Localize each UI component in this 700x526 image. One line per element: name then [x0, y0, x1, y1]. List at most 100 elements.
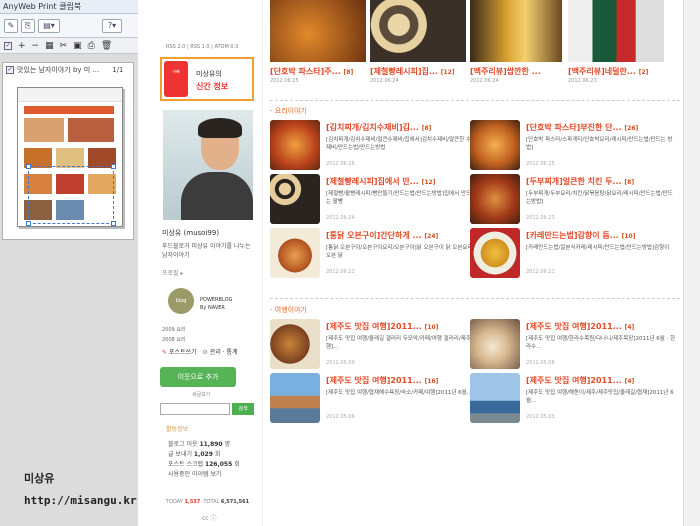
post-thumbnail[interactable] [470, 120, 520, 170]
top-post-title-text: [맥주리뷰]네덜란... [568, 67, 636, 76]
cook-post-card[interactable]: [제철빵레시피]집에서 만... [12] [제철빵/팥빵레시피/빵만들기/만드… [270, 174, 475, 226]
post-date: 2012.06.25 [526, 161, 555, 167]
post-thumbnail[interactable] [270, 319, 320, 369]
travel-post-card[interactable]: [제주도 맛집 여행]2011... [16] [제주도 맛집 여행/협재해수욕… [270, 373, 475, 425]
top-post-date: 2012.06.23 [568, 78, 597, 84]
post-summary: [단호박 파스타/스파게티/단호박요리/레시피/만드는법/만드는 방법] [526, 137, 673, 151]
post-title-text: [통닭 오븐구이]간단하게 ... [326, 231, 422, 240]
top-post-photo[interactable] [370, 0, 466, 62]
post-title-text: [카레만드는법]감향이 듬... [526, 231, 619, 240]
clip-item-pages: 1/1 [112, 66, 124, 74]
post-title[interactable]: [두부찌개]얼큰한 치킨 두... [8] [526, 176, 674, 187]
post-thumbnail[interactable] [270, 120, 320, 170]
select-all-checkbox[interactable]: ✓ [4, 41, 12, 50]
top-post-title-text: [단호박 파스타]주... [270, 67, 341, 76]
activity-row: 글 보내기 1,029 회 [168, 450, 240, 460]
cc-license-icon: cc ⓘ [202, 515, 217, 522]
travel-post-card[interactable]: [제주도 맛집 여행]2011... [10] [제주도 맛집 여행/올래길 갤… [270, 319, 476, 371]
post-title[interactable]: [김치찌개/김치수제비]김... [8] [326, 122, 474, 133]
post-date: 2012.06.22 [326, 269, 355, 275]
post-title[interactable]: [제주도 맛집 여행]2011... [4] [526, 375, 674, 386]
resize-handle[interactable] [26, 164, 31, 169]
post-thumbnail[interactable] [270, 174, 320, 224]
profile-link[interactable]: 프로필 ▸ [162, 268, 183, 277]
post-title[interactable]: [제주도 맛집 여행]2011... [16] [326, 375, 474, 386]
activity-row: 블로그 이웃 11,890 명 [168, 440, 240, 450]
resize-handle[interactable] [111, 164, 116, 169]
admin-link[interactable]: 관리 · 통계 [210, 349, 238, 356]
neighbor-link[interactable]: 세글보기 [192, 391, 210, 398]
add-icon[interactable]: + [18, 41, 26, 51]
activity-unit[interactable]: 보기 [210, 471, 221, 478]
activity-label: 블로그 이웃 [168, 441, 198, 448]
pencil-icon: ✎ [162, 349, 168, 356]
post-title[interactable]: [제주도 맛집 여행]2011... [4] [526, 321, 674, 332]
print-icon[interactable]: ⎙ [88, 41, 95, 51]
post-thumbnail[interactable] [470, 373, 520, 423]
grid-icon[interactable]: ▦ [45, 41, 54, 51]
blog-search: 검색 [160, 403, 254, 415]
rss-links[interactable]: RSS 2.0 | RSS 1.0 | ATOM 0.3 [166, 44, 266, 50]
top-post-title[interactable]: [맥주리뷰]네덜란... [2] [568, 66, 648, 77]
blog-sidebar: RSS 2.0 | RSS 1.0 | ATOM 0.3 아빠 미상유의 신간 … [152, 0, 262, 526]
cut-icon[interactable]: ✂ [60, 41, 68, 51]
section-travel-title[interactable]: - 여행이야기 [270, 305, 307, 315]
view-dropdown-icon[interactable]: ▤▾ [38, 18, 60, 33]
post-title[interactable]: [통닭 오븐구이]간단하게 ... [24] [326, 230, 474, 241]
post-title[interactable]: [카레만드는법]감향이 듬... [10] [526, 230, 674, 241]
remove-icon[interactable]: − [32, 41, 40, 51]
delete-icon[interactable]: 🗑 [101, 41, 112, 51]
search-button[interactable]: 검색 [232, 403, 254, 415]
new-clip-icon[interactable]: ✎ [4, 18, 18, 33]
post-comment-count: [10] [424, 324, 439, 331]
post-title[interactable]: [제주도 맛집 여행]2011... [10] [326, 321, 474, 332]
copy-icon[interactable]: ⎘ [21, 18, 35, 33]
follow-button[interactable]: 이웃으로 추가 [160, 367, 236, 387]
post-title[interactable]: [단호박 파스타]부진한 단... [26] [526, 122, 674, 133]
travel-post-card[interactable]: [제주도 맛집 여행]2011... [4] [제주도 맛집 여행/한라수목원/… [470, 319, 675, 371]
cook-post-card[interactable]: [단호박 파스타]부진한 단... [26] [단호박 파스타/스파게티/단호박… [470, 120, 675, 172]
top-post-photo[interactable] [470, 0, 562, 62]
post-summary: [제철빵/팥빵레시피/빵만들기/만드는법/만드는방법]집에서 만드는 팥빵 [326, 191, 472, 205]
book-banner[interactable]: 아빠 미상유의 신간 정보 [160, 57, 254, 101]
post-thumbnail[interactable] [270, 373, 320, 423]
top-post-title[interactable]: [맥주리뷰]쌉깐한 ... [470, 66, 541, 77]
page-scrollbar[interactable] [683, 0, 700, 526]
clip-checkbox[interactable]: ✓ [6, 66, 14, 74]
post-summary: [김치찌개/김치수제비/얼큰수제비/집에서]김치수제비/얼큰한 수제비/만드는법… [326, 137, 472, 151]
clip-item[interactable]: ✓ 맛있는 남자이야기 by 미 ... 1/1 [3, 63, 133, 77]
top-post-title[interactable]: [단호박 파스타]주... [8] [270, 66, 353, 77]
resize-handle[interactable] [26, 221, 31, 226]
post-comment-count: [4] [624, 324, 635, 331]
travel-post-card[interactable]: [제주도 맛집 여행]2011... [4] [제주도 맛집 여행/해돋이/제주… [470, 373, 675, 425]
cook-post-card[interactable]: [통닭 오븐구이]간단하게 ... [24] [통닭 오븐구이/오븐구이요리/오… [270, 228, 475, 280]
top-post-photo[interactable] [270, 0, 366, 62]
selection-box[interactable] [28, 166, 114, 224]
clip-thumbnail[interactable] [17, 87, 123, 227]
post-thumbnail[interactable] [470, 174, 520, 224]
post-thumbnail[interactable] [270, 228, 320, 278]
resize-handle[interactable] [111, 221, 116, 226]
write-post-link[interactable]: 포스트쓰기 [169, 349, 197, 356]
cook-post-card[interactable]: [두부찌개]얼큰한 치킨 두... [8] [두부찌개/두부요리/치킨/닭볶음탕… [470, 174, 675, 226]
cook-post-card[interactable]: [김치찌개/김치수제비]김... [8] [김치찌개/김치수제비/얼큰수제비/집… [270, 120, 475, 172]
powerblog-text: POWERBLOG By NAVER [200, 296, 232, 312]
post-title[interactable]: [제철빵레시피]집에서 만... [12] [326, 176, 474, 187]
help-icon[interactable]: ?▾ [102, 18, 122, 33]
activity-value: 1,029 [193, 451, 213, 458]
top-post-photo[interactable] [568, 0, 664, 62]
cook-post-card[interactable]: [카레만드는법]감향이 듬... [10] [카레만드는법/일본식카레/레시피/… [470, 228, 675, 280]
search-input[interactable] [160, 403, 230, 415]
activity-row: 포스트 스크랩 126,055 회 [168, 460, 240, 470]
post-thumbnail[interactable] [470, 228, 520, 278]
clipbook-toolbar: ✎ ⎘ ▤▾ ?▾ [0, 14, 138, 38]
activity-value: 126,055 [204, 461, 233, 468]
post-thumbnail[interactable] [470, 319, 520, 369]
post-date: 2012.05.09 [326, 360, 355, 366]
top-post-count: [2] [638, 69, 649, 76]
top-post-title[interactable]: [제철빵레시피]집... [12] [370, 66, 455, 77]
post-date: 2012.06.23 [526, 215, 555, 221]
paste-icon[interactable]: ▣ [73, 41, 82, 51]
section-cook-title[interactable]: - 요리이야기 [270, 106, 307, 116]
brand-watermark: 미상유 http://misangu.kr [0, 470, 138, 507]
